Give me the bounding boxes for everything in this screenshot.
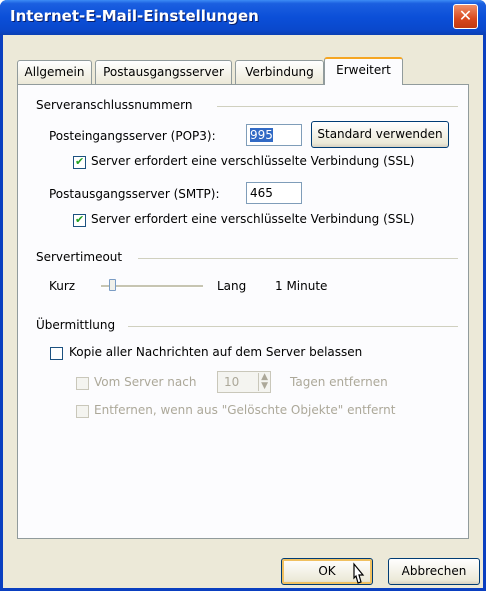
checkmark-icon: ✔ bbox=[75, 213, 85, 226]
stepper-arrows-icon[interactable]: ▲ ▼ bbox=[258, 373, 268, 391]
days-label: Tagen entfernen bbox=[290, 375, 388, 389]
timeout-slider-thumb[interactable] bbox=[109, 279, 116, 291]
tab-panel-erweitert bbox=[17, 84, 469, 539]
remove-after-checkbox[interactable] bbox=[76, 377, 89, 390]
cancel-button[interactable]: Abbrechen bbox=[388, 558, 480, 585]
remove-deleted-checkbox[interactable] bbox=[76, 405, 89, 418]
keep-copy-checkbox[interactable] bbox=[50, 347, 63, 360]
pop3-port-value: 995 bbox=[250, 128, 273, 142]
smtp-ssl-label: Server erfordert eine verschlüsselte Ver… bbox=[91, 212, 415, 226]
remove-after-days-value: 10 bbox=[224, 375, 240, 389]
smtp-ssl-checkbox[interactable]: ✔ bbox=[73, 213, 86, 227]
pop3-port-input[interactable]: 995 bbox=[246, 124, 302, 146]
window-title: Internet-E-Mail-Einstellungen bbox=[10, 7, 259, 25]
title-bar[interactable]: Internet-E-Mail-Einstellungen ✕ bbox=[0, 0, 486, 35]
smtp-label: Postausgangsserver (SMTP): bbox=[49, 187, 220, 201]
tab-allgemein[interactable]: Allgemein bbox=[17, 60, 92, 84]
tab-erweitert[interactable]: Erweitert bbox=[324, 57, 403, 85]
remove-deleted-label: Entfernen, wenn aus "Gelöschte Objekte" … bbox=[94, 403, 396, 417]
pop3-ssl-label: Server erfordert eine verschlüsselte Ver… bbox=[91, 154, 415, 168]
dialog-window: Internet-E-Mail-Einstellungen ✕ Allgemei… bbox=[0, 0, 486, 591]
remove-after-label: Vom Server nach bbox=[94, 375, 197, 389]
group-label-timeout: Servertimeout bbox=[36, 250, 123, 264]
group-divider bbox=[138, 258, 458, 259]
smtp-port-value: 465 bbox=[250, 186, 273, 200]
group-divider bbox=[217, 106, 458, 107]
smtp-port-input[interactable]: 465 bbox=[246, 182, 302, 204]
tab-postausgangsserver[interactable]: Postausgangsserver bbox=[95, 60, 232, 84]
close-icon: ✕ bbox=[458, 6, 473, 25]
pop3-label: Posteingangsserver (POP3): bbox=[49, 129, 216, 143]
checkmark-icon: ✔ bbox=[75, 155, 85, 168]
close-button[interactable]: ✕ bbox=[453, 4, 478, 29]
group-divider bbox=[128, 326, 458, 327]
keep-copy-label: Kopie aller Nachrichten auf dem Server b… bbox=[69, 345, 363, 359]
timeout-slider-track[interactable] bbox=[101, 285, 203, 288]
pop3-ssl-checkbox[interactable]: ✔ bbox=[73, 155, 86, 169]
mouse-pointer-icon bbox=[353, 562, 365, 584]
timeout-value: 1 Minute bbox=[275, 279, 328, 293]
use-default-button[interactable]: Standard verwenden bbox=[311, 121, 449, 148]
group-label-serverports: Serveranschlussnummern bbox=[36, 98, 193, 112]
timeout-long-label: Lang bbox=[217, 279, 247, 293]
remove-after-days-stepper[interactable]: 10 ▲ ▼ bbox=[217, 371, 271, 393]
tab-verbindung[interactable]: Verbindung bbox=[235, 60, 324, 84]
group-label-delivery: Übermittlung bbox=[36, 318, 116, 332]
timeout-short-label: Kurz bbox=[49, 279, 76, 293]
